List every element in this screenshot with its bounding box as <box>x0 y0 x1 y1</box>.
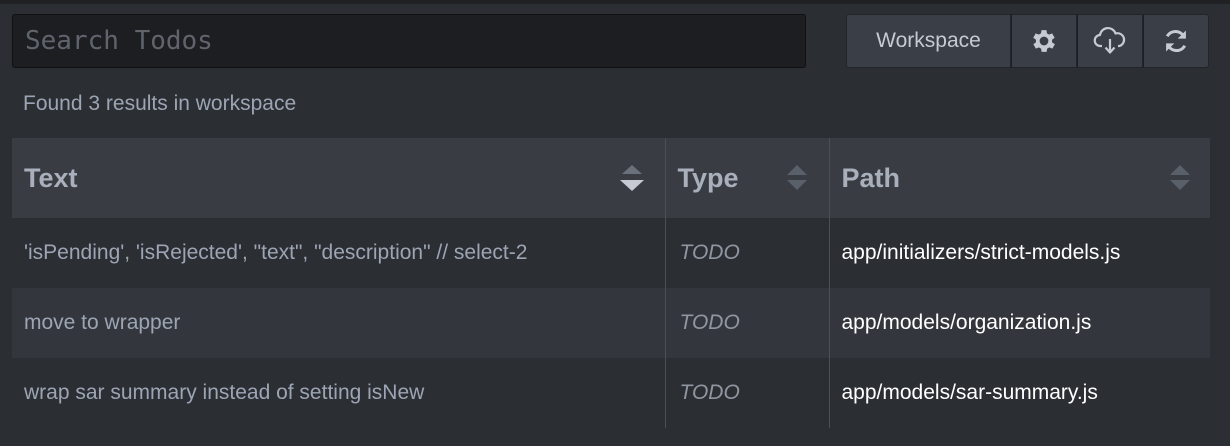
table-header-row: Text Type Path <box>12 138 1210 218</box>
todo-path-link[interactable]: app/models/sar-summary.js <box>828 358 1210 428</box>
column-header-label: Path <box>841 162 901 193</box>
sort-desc-icon[interactable] <box>619 163 645 193</box>
export-button[interactable] <box>1077 14 1143 68</box>
refresh-icon <box>1165 29 1187 53</box>
todo-path-link[interactable]: app/models/organization.js <box>828 288 1210 358</box>
todo-type-cell: TODO <box>664 288 829 358</box>
refresh-button[interactable] <box>1143 14 1209 68</box>
column-header-label: Type <box>677 162 739 193</box>
results-summary: Found 3 results in workspace <box>23 92 297 115</box>
todo-table: Text Type Path 'isPending', 'isRejected'… <box>12 138 1210 428</box>
todo-type-cell: TODO <box>664 218 829 288</box>
cloud-download-icon <box>1093 27 1126 54</box>
todo-path-link[interactable]: app/initializers/strict-models.js <box>828 218 1210 288</box>
search-input[interactable] <box>12 14 806 68</box>
sort-icon[interactable] <box>785 163 809 193</box>
table-row[interactable]: 'isPending', 'isRejected', "text", "desc… <box>12 218 1210 288</box>
toolbar: Workspace <box>846 14 1209 68</box>
column-header-label: Text <box>24 162 78 193</box>
top-border <box>0 0 1230 4</box>
table-row[interactable]: wrap sar summary instead of setting isNe… <box>12 358 1210 428</box>
gear-icon <box>1033 30 1055 52</box>
todo-type-cell: TODO <box>664 358 829 428</box>
todo-text-cell: 'isPending', 'isRejected', "text", "desc… <box>24 241 528 264</box>
column-header-type[interactable]: Type <box>664 138 829 218</box>
column-header-text[interactable]: Text <box>12 138 665 218</box>
workspace-button-label: Workspace <box>876 29 981 52</box>
column-header-path[interactable]: Path <box>828 138 1210 218</box>
settings-button[interactable] <box>1011 14 1077 68</box>
todo-text-cell: wrap sar summary instead of setting isNe… <box>24 381 425 404</box>
workspace-button[interactable]: Workspace <box>846 14 1011 68</box>
sort-icon[interactable] <box>1168 163 1192 193</box>
todo-text-cell: move to wrapper <box>12 288 665 358</box>
table-row[interactable]: move to wrapper TODO app/models/organiza… <box>12 288 1210 358</box>
